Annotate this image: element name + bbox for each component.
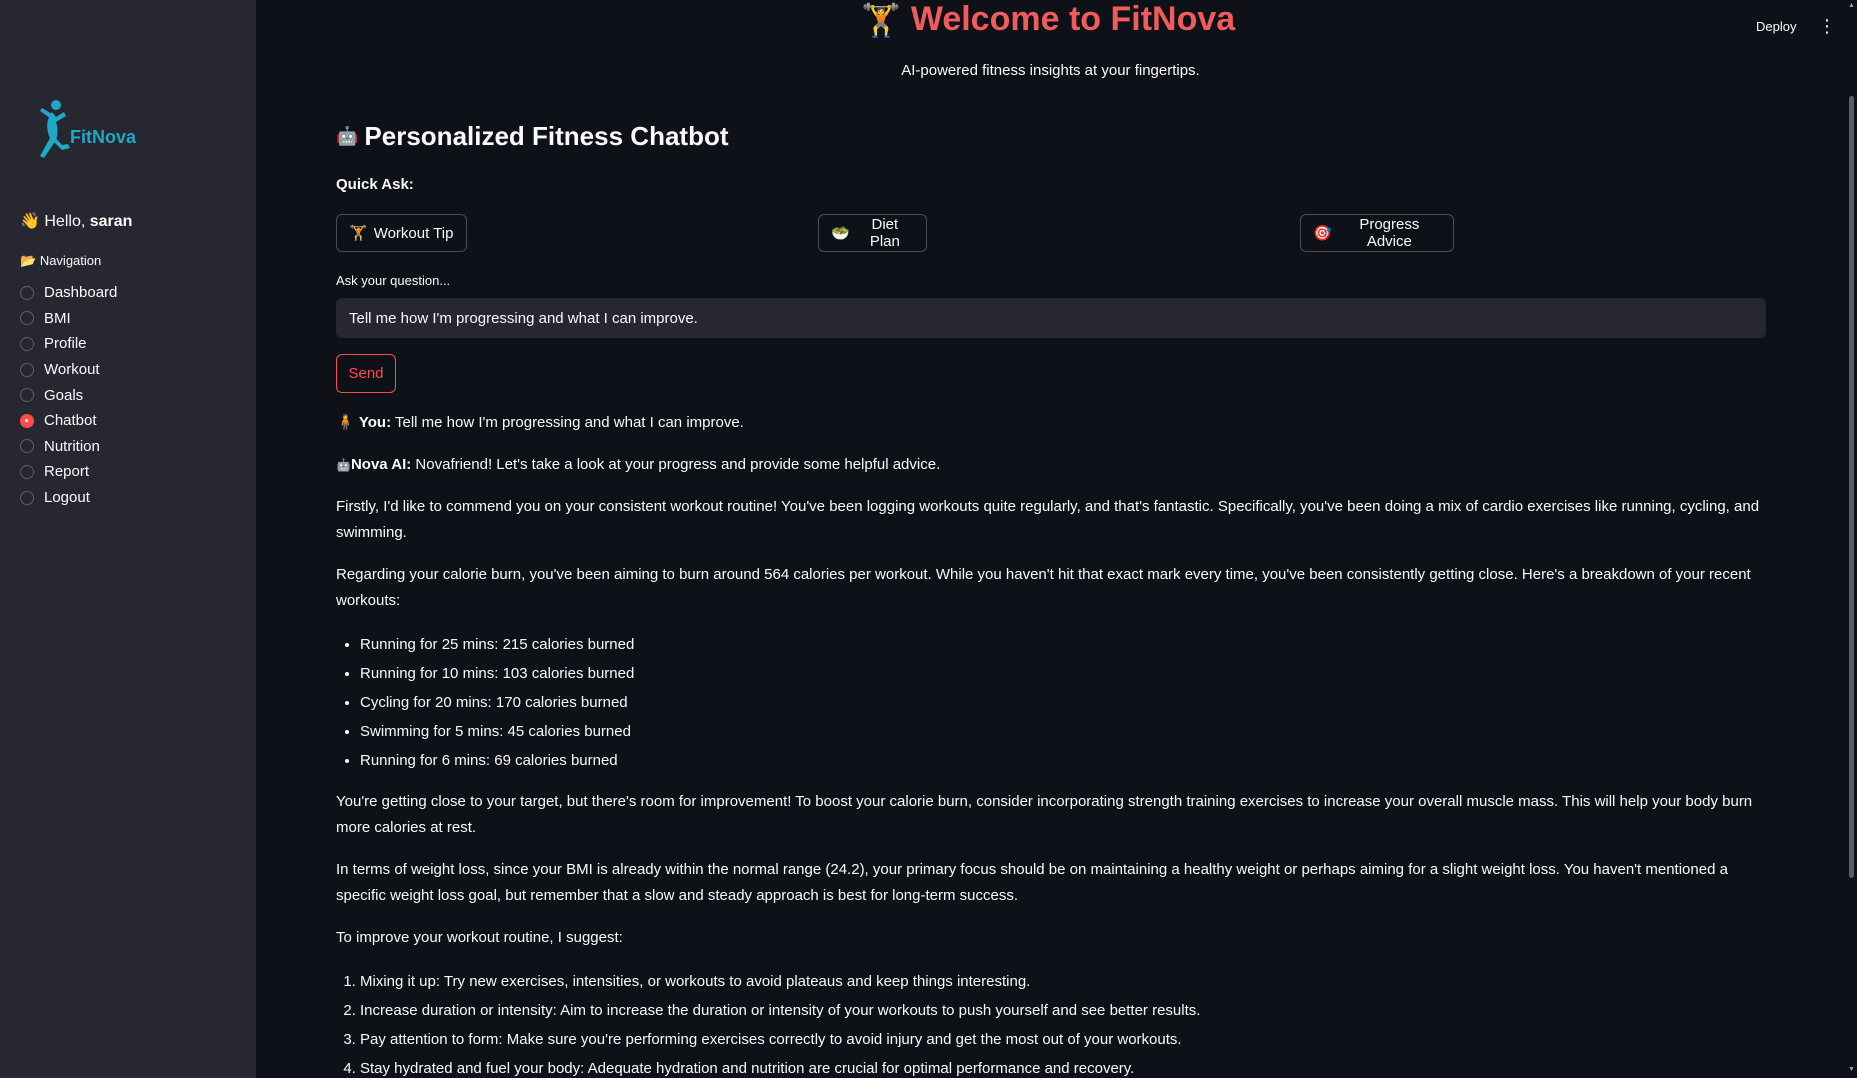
greeting-prefix: Hello, — [44, 213, 90, 230]
ai-intro-text: Novafriend! Let's take a look at your pr… — [415, 456, 941, 473]
radio-button-selected[interactable] — [20, 413, 34, 428]
weightlifter-icon: 🏋 — [349, 225, 368, 242]
page-title: 🏋 Welcome to FitNova — [861, 0, 1235, 39]
list-item: Mixing it up: Try new exercises, intensi… — [360, 967, 1766, 996]
list-item: Pay attention to form: Make sure you're … — [360, 1025, 1766, 1054]
nav-item-label: Profile — [44, 335, 87, 353]
section-title-text: Personalized Fitness Chatbot — [364, 121, 729, 151]
scrollbar-thumb[interactable] — [1849, 96, 1854, 878]
nav-item-profile[interactable]: Profile — [20, 331, 117, 357]
question-input[interactable] — [336, 298, 1766, 338]
navigation-heading: 📂 Navigation — [20, 253, 101, 269]
nav-item-label: Workout — [44, 361, 100, 379]
wave-icon: 👋 — [20, 213, 40, 230]
nav-item-dashboard[interactable]: Dashboard — [20, 280, 117, 306]
progress-advice-label: Progress Advice — [1359, 216, 1420, 250]
nav-item-label: Chatbot — [44, 412, 97, 430]
nav-item-report[interactable]: Report — [20, 459, 117, 485]
suggestions-list: Mixing it up: Try new exercises, intensi… — [336, 967, 1766, 1078]
radio-button[interactable] — [20, 464, 34, 479]
nav-item-label: Nutrition — [44, 437, 100, 455]
nav-item-nutrition[interactable]: Nutrition — [20, 434, 117, 460]
radio-button[interactable] — [20, 362, 34, 377]
navigation-radio-group: Dashboard BMI Profile Workout Goals Chat… — [20, 280, 117, 510]
weightlifter-icon: 🏋 — [861, 1, 901, 38]
ai-paragraph-4: In terms of weight loss, since your BMI … — [336, 861, 1728, 904]
send-button[interactable]: Send — [336, 354, 396, 393]
nav-item-goals[interactable]: Goals — [20, 382, 117, 408]
radio-button[interactable] — [20, 490, 34, 505]
nav-item-label: Logout — [44, 489, 90, 507]
deploy-button[interactable]: Deploy — [1756, 19, 1796, 34]
ai-paragraph-1: Firstly, I'd like to commend you on your… — [336, 498, 1760, 541]
fitnova-logo: FitNova — [32, 98, 136, 160]
quick-ask-label: Quick Ask: — [336, 176, 414, 193]
user-message: 🧍 You: Tell me how I'm progressing and w… — [336, 410, 1766, 436]
list-item: Swimming for 5 mins: 45 calories burned — [360, 717, 1766, 746]
ai-paragraph-2: Regarding your calorie burn, you've been… — [336, 566, 1751, 609]
nav-item-workout[interactable]: Workout — [20, 357, 117, 383]
ai-message-label: Nova AI: — [350, 456, 412, 473]
main-menu-icon[interactable]: ⋮ — [1818, 16, 1836, 36]
nav-item-label: Goals — [44, 386, 84, 404]
salad-icon: 🥗 — [831, 225, 850, 242]
folder-icon: 📂 — [20, 253, 37, 268]
robot-icon: 🤖 — [336, 458, 351, 472]
list-item: Running for 25 mins: 215 calories burned — [360, 630, 1766, 659]
workout-breakdown-list: Running for 25 mins: 215 calories burned… — [336, 630, 1766, 775]
diet-plan-label: Diet Plan — [869, 216, 900, 250]
ai-paragraph-3: You're getting close to your target, but… — [336, 793, 1753, 836]
radio-button[interactable] — [20, 311, 34, 326]
radio-button[interactable] — [20, 336, 34, 351]
diet-plan-button[interactable]: 🥗 Diet Plan — [818, 214, 927, 252]
ai-paragraph-5: To improve your workout routine, I sugge… — [336, 929, 623, 946]
nav-item-logout[interactable]: Logout — [20, 485, 117, 511]
list-item: Increase duration or intensity: Aim to i… — [360, 996, 1766, 1025]
navigation-heading-label: Navigation — [39, 253, 102, 268]
radio-button[interactable] — [20, 388, 34, 403]
logo-text: FitNova — [70, 127, 137, 147]
sidebar: FitNova 👋 Hello, saran 📂 Navigation Dash… — [0, 0, 256, 1078]
progress-advice-button[interactable]: 🎯 Progress Advice — [1300, 214, 1454, 252]
nav-item-label: BMI — [44, 309, 71, 327]
workout-tip-button[interactable]: 🏋 Workout Tip — [336, 214, 467, 252]
user-message-text: Tell me how I'm progressing and what I c… — [394, 414, 744, 431]
list-item: Running for 10 mins: 103 calories burned — [360, 659, 1766, 688]
section-title: 🤖 Personalized Fitness Chatbot — [336, 121, 729, 152]
nav-item-label: Report — [44, 463, 90, 481]
radio-button[interactable] — [20, 439, 34, 454]
target-icon: 🎯 — [1313, 225, 1332, 242]
app-window: FitNova 👋 Hello, saran 📂 Navigation Dash… — [0, 0, 1857, 1078]
question-input-label: Ask your question... — [336, 273, 451, 288]
page-title-text: Welcome to FitNova — [910, 0, 1236, 38]
nav-item-bmi[interactable]: BMI — [20, 306, 117, 332]
nav-item-chatbot[interactable]: Chatbot — [20, 408, 117, 434]
workout-tip-label: Workout Tip — [373, 224, 454, 242]
radio-button[interactable] — [20, 285, 34, 300]
list-item: Cycling for 20 mins: 170 calories burned — [360, 688, 1766, 717]
nav-item-label: Dashboard — [44, 284, 118, 302]
username: saran — [89, 213, 133, 230]
user-message-label: You: — [358, 414, 392, 431]
runner-logo-icon — [40, 100, 70, 158]
chat-history: 🧍 You: Tell me how I'm progressing and w… — [336, 410, 1766, 1078]
page-subtitle: AI-powered fitness insights at your fing… — [901, 62, 1200, 79]
scroll-down-arrow-icon[interactable]: ▼ — [1848, 1066, 1855, 1073]
ai-message-intro: 🤖Nova AI: Novafriend! Let's take a look … — [336, 452, 1766, 478]
user-greeting: 👋 Hello, saran — [20, 211, 132, 231]
list-item: Stay hydrated and fuel your body: Adequa… — [360, 1054, 1766, 1078]
list-item: Running for 6 mins: 69 calories burned — [360, 746, 1766, 775]
robot-icon: 🤖 — [336, 126, 359, 146]
scroll-up-arrow-icon[interactable]: ▲ — [1848, 2, 1855, 9]
person-icon: 🧍 — [336, 414, 355, 431]
